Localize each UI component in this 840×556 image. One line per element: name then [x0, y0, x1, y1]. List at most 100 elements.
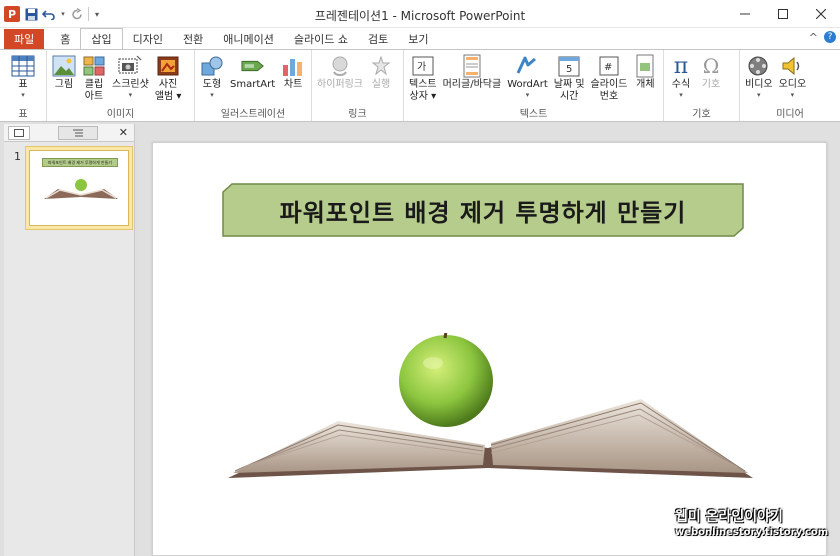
tab-home[interactable]: 홈 — [50, 29, 80, 49]
wordart-label: WordArt — [507, 79, 548, 90]
window-controls — [726, 0, 840, 28]
svg-text:5: 5 — [566, 64, 572, 75]
ribbon-tabs: 파일 홈 삽입 디자인 전환 애니메이션 슬라이드 쇼 검토 보기 ^ ? — [0, 28, 840, 49]
svg-text:가: 가 — [417, 61, 426, 73]
group-label-table: 표 — [18, 109, 28, 120]
maximize-icon[interactable] — [764, 0, 802, 28]
table-label: 표 — [18, 79, 28, 90]
equation-label: 수식 — [671, 79, 691, 90]
apple-on-book-image[interactable] — [223, 333, 763, 483]
photo-album-icon — [156, 54, 180, 78]
date-time-label: 날짜 및 시간 — [553, 79, 585, 102]
dropdown-arrow-icon: ▾ — [679, 91, 683, 99]
close-icon[interactable] — [802, 0, 840, 28]
clipart-label: 클립 아트 — [84, 79, 104, 102]
smartart-label: SmartArt — [230, 79, 276, 90]
audio-label: 오디오 — [778, 79, 807, 90]
picture-icon — [52, 54, 76, 78]
screenshot-label: 스크린샷 — [112, 79, 149, 90]
tab-transitions[interactable]: 전환 — [173, 29, 213, 49]
omega-icon: Ω — [702, 54, 720, 78]
thumb-title: 파워포인트 배경 제거 투명하게 만들기 — [42, 158, 118, 167]
pane-tabs: ✕ — [4, 124, 134, 142]
wordart-icon — [515, 54, 539, 78]
group-link: 하이퍼링크 실행 링크 — [312, 50, 404, 121]
group-media: 비디오 ▾ 오디오 ▾ 미디어 — [740, 50, 840, 121]
slide-thumb-number: 1 — [14, 150, 21, 163]
picture-label: 그림 — [54, 79, 74, 90]
slides-pane: ✕ 1 파워포인트 배경 제거 투명하게 만들기 — [4, 124, 135, 556]
title-bar: P ▾ ▾ 프레젠테이션1 - Microsoft PowerPoint — [0, 0, 840, 28]
speaker-icon — [780, 54, 804, 78]
dropdown-arrow-icon: ▾ — [210, 91, 214, 99]
tab-file[interactable]: 파일 — [4, 29, 45, 49]
hyperlink-icon — [328, 54, 352, 78]
action-label: 실행 — [371, 79, 391, 90]
shapes-label: 도형 — [202, 79, 222, 90]
watermark-title: 웹미 온라인이야기 — [675, 509, 783, 525]
slide-thumbnail-canvas: 파워포인트 배경 제거 투명하게 만들기 — [29, 150, 129, 226]
photo-album-label: 사진 앨범 ▾ — [154, 79, 182, 102]
tab-review[interactable]: 검토 — [358, 29, 398, 49]
screenshot-icon — [118, 54, 142, 78]
film-reel-icon — [747, 54, 771, 78]
tab-slides-view[interactable] — [8, 125, 30, 140]
symbol-label: 기호 — [701, 79, 721, 90]
slide-title-box[interactable]: 파워포인트 배경 제거 투명하게 만들기 — [222, 183, 744, 237]
group-label-symbol: 기호 — [692, 109, 711, 120]
table-icon — [11, 54, 35, 78]
video-label: 비디오 — [745, 79, 773, 90]
group-label-link: 링크 — [348, 109, 367, 120]
textbox-icon: 가 — [411, 54, 435, 78]
tab-view[interactable]: 보기 — [398, 29, 438, 49]
group-image: 그림 클립 아트 스크린샷 ▾ 사진 앨범 ▾ 이미지 — [47, 50, 195, 121]
action-icon — [369, 54, 393, 78]
group-label-illustration: 일러스트레이션 — [220, 109, 286, 120]
dropdown-arrow-icon: ▾ — [21, 91, 25, 99]
group-label-text: 텍스트 — [519, 109, 548, 120]
thumb-apple-book-image — [44, 179, 118, 199]
chart-icon — [281, 54, 305, 78]
minimize-icon[interactable] — [726, 0, 764, 28]
slide-number-label: 슬라이드 번호 — [590, 79, 628, 102]
group-symbol: π 수식 ▾ Ω 기호 기호 — [664, 50, 740, 121]
group-text: 가 텍스트상자 ▾ 머리글/바닥글 WordArt ▾ 5 날짜 및시간 # — [404, 50, 664, 121]
header-footer-label: 머리글/바닥글 — [442, 79, 502, 90]
help-icon[interactable]: ? — [824, 31, 836, 43]
dropdown-arrow-icon: ▾ — [790, 91, 795, 99]
textbox-label: 텍스트 상자 ▾ — [409, 79, 437, 102]
tab-slideshow[interactable]: 슬라이드 쇼 — [284, 29, 358, 49]
dropdown-arrow-icon: ▾ — [757, 91, 761, 99]
group-table: 표 ▾ 표 — [0, 50, 47, 121]
dropdown-arrow-icon: ▾ — [525, 91, 530, 99]
tab-insert[interactable]: 삽입 — [80, 28, 123, 49]
window-title: 프레젠테이션1 - Microsoft PowerPoint — [314, 9, 526, 23]
object-label: 개체 — [636, 79, 655, 90]
clipart-icon — [82, 54, 106, 78]
header-footer-icon — [460, 54, 484, 78]
ribbon-insert: 표 ▾ 표 그림 클립 아트 스크린샷 ▾ 사진 앨범 ▾ 이미지 도형 ▾ S… — [0, 49, 840, 122]
ribbon-tab-controls: ^ ? — [809, 31, 836, 44]
chart-label: 차트 — [283, 79, 303, 90]
tab-outline-view[interactable] — [58, 125, 98, 140]
svg-text:#: # — [604, 62, 612, 73]
tab-design[interactable]: 디자인 — [123, 29, 173, 49]
collapse-ribbon-icon[interactable]: ^ — [809, 31, 818, 44]
watermark-url: webonlinestory.tistory.com — [675, 527, 829, 538]
watermark: 웹미 온라인이야기 webonlinestory.tistory.com — [675, 506, 829, 538]
slide-number-icon: # — [597, 54, 621, 78]
calendar-icon: 5 — [557, 54, 581, 78]
hyperlink-label: 하이퍼링크 — [317, 79, 363, 90]
object-icon — [633, 54, 657, 78]
close-pane-icon[interactable]: ✕ — [119, 126, 128, 139]
smartart-icon — [241, 54, 265, 78]
slide-title: 파워포인트 배경 제거 투명하게 만들기 — [279, 198, 687, 227]
group-illustration: 도형 ▾ SmartArt 차트 일러스트레이션 — [195, 50, 312, 121]
group-label-image: 이미지 — [106, 109, 135, 120]
tab-animations[interactable]: 애니메이션 — [213, 29, 284, 49]
shapes-icon — [200, 54, 224, 78]
pi-icon: π — [673, 53, 689, 79]
slide-thumbnail[interactable]: 파워포인트 배경 제거 투명하게 만들기 — [25, 146, 133, 230]
group-label-media: 미디어 — [776, 109, 804, 120]
dropdown-arrow-icon: ▾ — [128, 91, 133, 99]
